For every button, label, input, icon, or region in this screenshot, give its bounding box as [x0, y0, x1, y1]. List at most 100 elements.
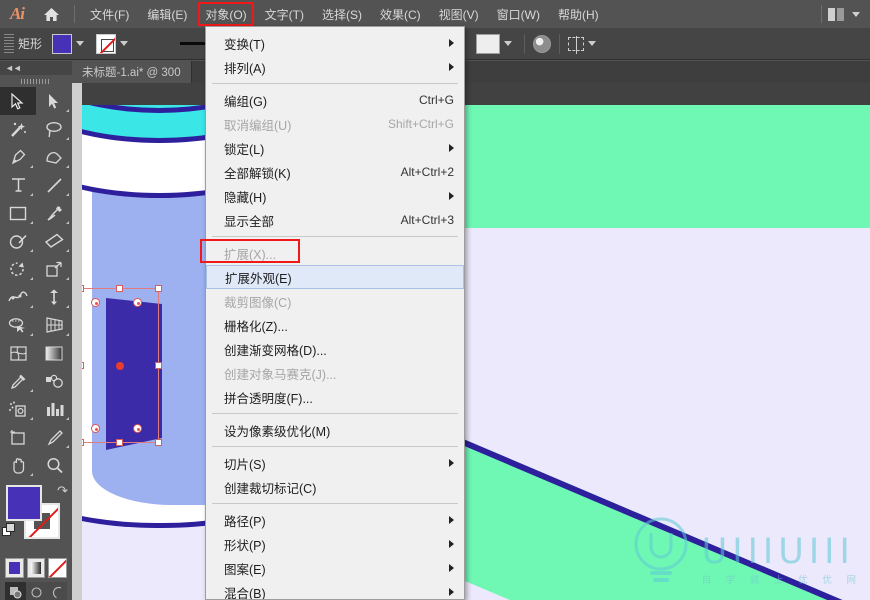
line-segment-tool[interactable]	[36, 171, 72, 199]
menubar-divider	[74, 5, 75, 23]
menu-item-18[interactable]: 设为像素级优化(M)	[206, 418, 464, 442]
shaper-tool[interactable]	[0, 227, 36, 255]
align-dropdown-icon[interactable]	[584, 34, 600, 54]
menu-item-13[interactable]: 栅格化(Z)...	[206, 313, 464, 337]
symbol-sprayer-tool[interactable]	[0, 395, 36, 423]
gradient-tool[interactable]	[36, 339, 72, 367]
workspace-switcher-icon[interactable]	[828, 7, 844, 21]
default-fill-stroke-icon[interactable]	[2, 523, 17, 543]
menu-select[interactable]: 选择(S)	[313, 0, 371, 28]
tools-panel-header[interactable]: ◄◄	[0, 61, 72, 75]
eraser-tool[interactable]	[36, 227, 72, 255]
anchor-point-bottom-left[interactable]	[91, 424, 100, 433]
perspective-grid-tool[interactable]	[36, 311, 72, 339]
menu-item-8[interactable]: 显示全部 Alt+Ctrl+3	[206, 208, 464, 232]
pen-tool[interactable]	[0, 143, 36, 171]
selection-tool[interactable]	[0, 87, 36, 115]
handle-mid-right[interactable]	[155, 361, 162, 369]
shape-builder-tool[interactable]	[0, 311, 36, 339]
fill-color-box[interactable]	[6, 485, 42, 521]
menu-item-1[interactable]: 排列(A)	[206, 55, 464, 79]
scale-tool[interactable]	[36, 255, 72, 283]
graphic-style-swatch[interactable]	[476, 33, 501, 54]
recolor-artwork-icon[interactable]	[533, 34, 552, 53]
tools-panel-grip[interactable]	[0, 75, 72, 87]
chevron-down-icon[interactable]	[852, 11, 860, 17]
direct-selection-tool[interactable]	[36, 87, 72, 115]
anchor-point-top-left[interactable]	[91, 298, 100, 307]
menu-item-label: 编组(G)	[224, 94, 268, 109]
menu-type[interactable]: 文字(T)	[256, 0, 313, 28]
object-menu-dropdown[interactable]: 变换(T) 排列(A) 编组(G) Ctrl+G 取消编组(U) Shift+Ctrl+G…	[205, 26, 465, 600]
menu-file[interactable]: 文件(F)	[81, 0, 138, 28]
menu-edit[interactable]: 编辑(E)	[138, 0, 196, 28]
column-graph-tool[interactable]	[36, 395, 72, 423]
menu-item-20[interactable]: 切片(S)	[206, 451, 464, 475]
gradient-mode-button[interactable]	[26, 558, 46, 578]
anchor-point-bottom-right[interactable]	[133, 424, 142, 433]
eyedropper-tool[interactable]	[0, 367, 36, 395]
width-tool[interactable]	[0, 283, 36, 311]
artboard-canvas[interactable]: UIIIUIII 自 学 就 上 优 优 网	[72, 83, 870, 600]
free-transform-tool[interactable]	[36, 283, 72, 311]
menu-help[interactable]: 帮助(H)	[549, 0, 608, 28]
menu-item-23[interactable]: 路径(P)	[206, 508, 464, 532]
artboard-tool[interactable]	[0, 423, 36, 451]
hand-tool[interactable]	[0, 451, 36, 479]
blend-tool[interactable]	[36, 367, 72, 395]
menu-window[interactable]: 窗口(W)	[488, 0, 549, 28]
stroke-dropdown-icon[interactable]	[116, 34, 132, 54]
collapse-panel-icon[interactable]: ◄◄	[5, 63, 22, 73]
rectangle-tool[interactable]	[0, 199, 36, 227]
menu-item-24[interactable]: 形状(P)	[206, 532, 464, 556]
handle-top-right[interactable]	[155, 285, 162, 292]
menu-item-16[interactable]: 拼合透明度(F)...	[206, 385, 464, 409]
menu-item-7[interactable]: 隐藏(H)	[206, 184, 464, 208]
menu-object[interactable]: 对象(O)	[196, 0, 256, 28]
menu-item-3[interactable]: 编组(G) Ctrl+G	[206, 88, 464, 112]
submenu-arrow-icon	[449, 588, 454, 596]
draw-inside-button[interactable]	[46, 582, 68, 600]
fill-color-swatch[interactable]	[52, 33, 73, 54]
mesh-tool[interactable]	[0, 339, 36, 367]
menu-item-26[interactable]: 混合(B)	[206, 580, 464, 599]
curvature-tool[interactable]	[36, 143, 72, 171]
menu-item-5[interactable]: 锁定(L)	[206, 136, 464, 160]
menu-item-label: 形状(P)	[224, 538, 266, 553]
handle-bottom-right[interactable]	[155, 439, 162, 446]
none-mode-button[interactable]	[48, 558, 68, 578]
menu-item-6[interactable]: 全部解锁(K) Alt+Ctrl+2	[206, 160, 464, 184]
stroke-color-swatch[interactable]	[96, 33, 117, 54]
handle-bottom-center[interactable]	[115, 439, 123, 446]
menu-effect[interactable]: 效果(C)	[371, 0, 430, 28]
home-icon[interactable]	[34, 0, 68, 28]
style-dropdown-icon[interactable]	[500, 34, 516, 54]
paintbrush-tool[interactable]	[36, 199, 72, 227]
type-tool[interactable]	[0, 171, 36, 199]
color-mode-button[interactable]	[5, 558, 24, 578]
draw-behind-button[interactable]	[25, 582, 47, 600]
lasso-tool[interactable]	[36, 115, 72, 143]
fill-dropdown-icon[interactable]	[72, 34, 88, 54]
zoom-tool[interactable]	[36, 451, 72, 479]
selection-center-point[interactable]	[115, 361, 124, 370]
anchor-point-top-right[interactable]	[133, 298, 142, 307]
menu-item-label: 路径(P)	[224, 514, 266, 529]
align-icon[interactable]	[568, 35, 585, 54]
menu-item-14[interactable]: 创建渐变网格(D)...	[206, 337, 464, 361]
menu-item-11[interactable]: 扩展外观(E)	[206, 265, 464, 289]
handle-top-center[interactable]	[115, 285, 123, 292]
document-tab[interactable]: 未标题-1.ai* @ 300	[72, 61, 192, 83]
menu-item-21[interactable]: 创建裁切标记(C)	[206, 475, 464, 499]
magic-wand-tool[interactable]	[0, 115, 36, 143]
draw-normal-button[interactable]	[5, 582, 26, 600]
control-bar-grip[interactable]	[4, 33, 14, 54]
menu-item-shortcut: Shift+Ctrl+G	[387, 117, 454, 131]
slice-tool[interactable]	[36, 423, 72, 451]
menu-item-0[interactable]: 变换(T)	[206, 31, 464, 55]
menu-item-25[interactable]: 图案(E)	[206, 556, 464, 580]
swap-fill-stroke-icon[interactable]: ↷	[57, 483, 68, 499]
rotate-tool[interactable]	[0, 255, 36, 283]
selection-bounding-box[interactable]	[77, 285, 162, 446]
menu-view[interactable]: 视图(V)	[430, 0, 488, 28]
